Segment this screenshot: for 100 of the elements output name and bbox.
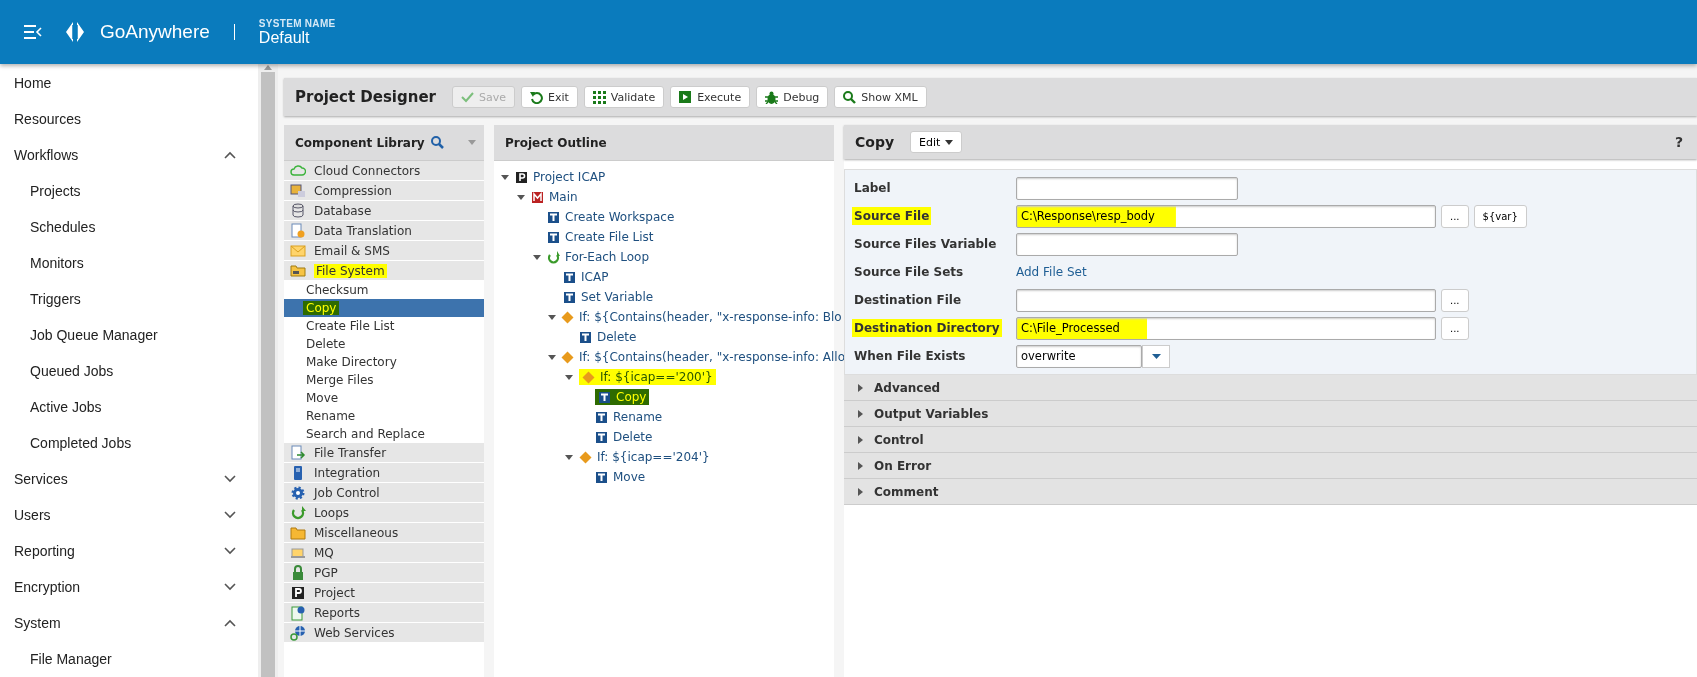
section-header[interactable]: Advanced [844,375,1697,401]
library-category[interactable]: Integration [284,463,484,483]
tree-node[interactable]: If: ${icap=='200'} [579,369,716,385]
library-item[interactable]: Delete [284,335,484,353]
diamond-icon [582,370,595,384]
expand-arrow-icon[interactable] [548,313,556,321]
execute-button[interactable]: Execute [670,86,751,108]
add-file-set-link[interactable]: Add File Set [1016,265,1087,279]
nav-item[interactable]: System [0,605,258,641]
input-field[interactable]: C:\Response\resp_body [1016,204,1436,228]
library-category[interactable]: Loops [284,503,484,523]
nav-subitem[interactable]: Job Queue Manager [0,317,258,353]
library-category[interactable]: Miscellaneous [284,523,484,543]
help-button[interactable]: ? [1674,134,1683,150]
task-icon [547,210,560,224]
nav-item[interactable]: Users [0,497,258,533]
module-icon [531,190,544,204]
tree-node[interactable]: Delete [579,330,637,344]
nav-subitem[interactable]: File Manager [0,641,258,677]
tree-node[interactable]: Main [531,190,578,204]
nav-subitem[interactable]: Projects [0,173,258,209]
library-item[interactable]: Search and Replace [284,425,484,443]
library-category[interactable]: Job Control [284,483,484,503]
section-header[interactable]: On Error [844,453,1697,479]
nav-item[interactable]: Services [0,461,258,497]
variable-button[interactable]: ${var} [1473,204,1527,228]
nav-item[interactable]: Home [0,65,258,101]
nav-subitem[interactable]: Monitors [0,245,258,281]
task-icon [595,470,608,484]
input-field[interactable] [1016,288,1436,312]
library-item[interactable]: Create File List [284,317,484,335]
tree-node[interactable]: If: ${Contains(header, "x-response-info: Blo [561,310,842,324]
browse-button[interactable]: ... [1441,204,1469,228]
input-field[interactable] [1016,232,1238,256]
database-icon [290,202,306,219]
library-category[interactable]: MQ [284,543,484,563]
expand-arrow-icon[interactable] [565,453,573,461]
tree-node[interactable]: If: ${Contains(header, "x-response-info: Allo [561,350,845,364]
input-field[interactable]: C:\File_Processed [1016,316,1436,340]
nav-item[interactable]: Encryption [0,569,258,605]
search-icon [430,136,444,149]
section-header[interactable]: Output Variables [844,401,1697,427]
library-item[interactable]: Move [284,389,484,407]
expand-arrow-icon[interactable] [548,353,556,361]
library-category[interactable]: Data Translation [284,221,484,241]
nav-item[interactable]: Reporting [0,533,258,569]
nav-item[interactable]: Resources [0,101,258,137]
tree-node[interactable]: For-Each Loop [547,250,650,264]
library-category[interactable]: Cloud Connectors [284,161,484,181]
tree-node[interactable]: Rename [595,410,663,424]
tree-node[interactable]: Move [595,470,646,484]
library-category[interactable]: Compression [284,181,484,201]
scrollbar[interactable] [258,64,278,677]
exit-button[interactable]: Exit [521,86,578,108]
tree-node[interactable]: Set Variable [563,290,654,304]
tree-node[interactable]: ICAP [563,270,609,284]
library-item[interactable]: Copy [284,299,484,317]
library-item[interactable]: Checksum [284,281,484,299]
tree-node[interactable]: Create Workspace [547,210,675,224]
debug-button[interactable]: Debug [756,86,829,108]
section-header[interactable]: Comment [844,479,1697,505]
validate-button[interactable]: Validate [583,86,665,108]
library-category[interactable]: Project [284,583,484,603]
nav-subitem[interactable]: Queued Jobs [0,353,258,389]
envelope-icon [290,242,306,259]
library-item[interactable]: Make Directory [284,353,484,371]
brand-name: GoAnywhere [100,21,210,43]
nav-item[interactable]: Workflows [0,137,258,173]
library-category[interactable]: File System [284,261,484,281]
library-category[interactable]: Web Services [284,623,484,643]
input-field[interactable] [1016,176,1238,200]
designer-title: Project Designer [295,88,436,106]
scrollbar-thumb[interactable] [261,72,275,677]
tree-node[interactable]: If: ${icap=='204'} [579,450,710,464]
nav-subitem[interactable]: Completed Jobs [0,425,258,461]
edit-button[interactable]: Edit [910,131,963,153]
nav-subitem[interactable]: Schedules [0,209,258,245]
section-header[interactable]: Control [844,427,1697,453]
expand-arrow-icon[interactable] [565,373,573,381]
search-icon [843,90,857,104]
nav-subitem[interactable]: Active Jobs [0,389,258,425]
tree-node[interactable]: Create File List [547,230,654,244]
tree-node[interactable]: Delete [595,430,653,444]
browse-button[interactable]: ... [1441,288,1469,312]
library-category[interactable]: PGP [284,563,484,583]
library-category[interactable]: Reports [284,603,484,623]
tree-node[interactable]: Copy [595,389,650,405]
library-category[interactable]: Email & SMS [284,241,484,261]
nav-subitem[interactable]: Triggers [0,281,258,317]
library-item[interactable]: Rename [284,407,484,425]
library-category[interactable]: File Transfer [284,443,484,463]
library-item[interactable]: Merge Files [284,371,484,389]
library-category[interactable]: Database [284,201,484,221]
cloud-icon [290,162,306,179]
tree-node[interactable]: Project ICAP [515,170,606,184]
expand-arrow-icon[interactable] [517,193,525,201]
expand-arrow-icon[interactable] [501,173,509,181]
browse-button[interactable]: ... [1441,316,1469,340]
search-button[interactable]: Show XML [834,86,927,108]
expand-arrow-icon[interactable] [533,253,541,261]
